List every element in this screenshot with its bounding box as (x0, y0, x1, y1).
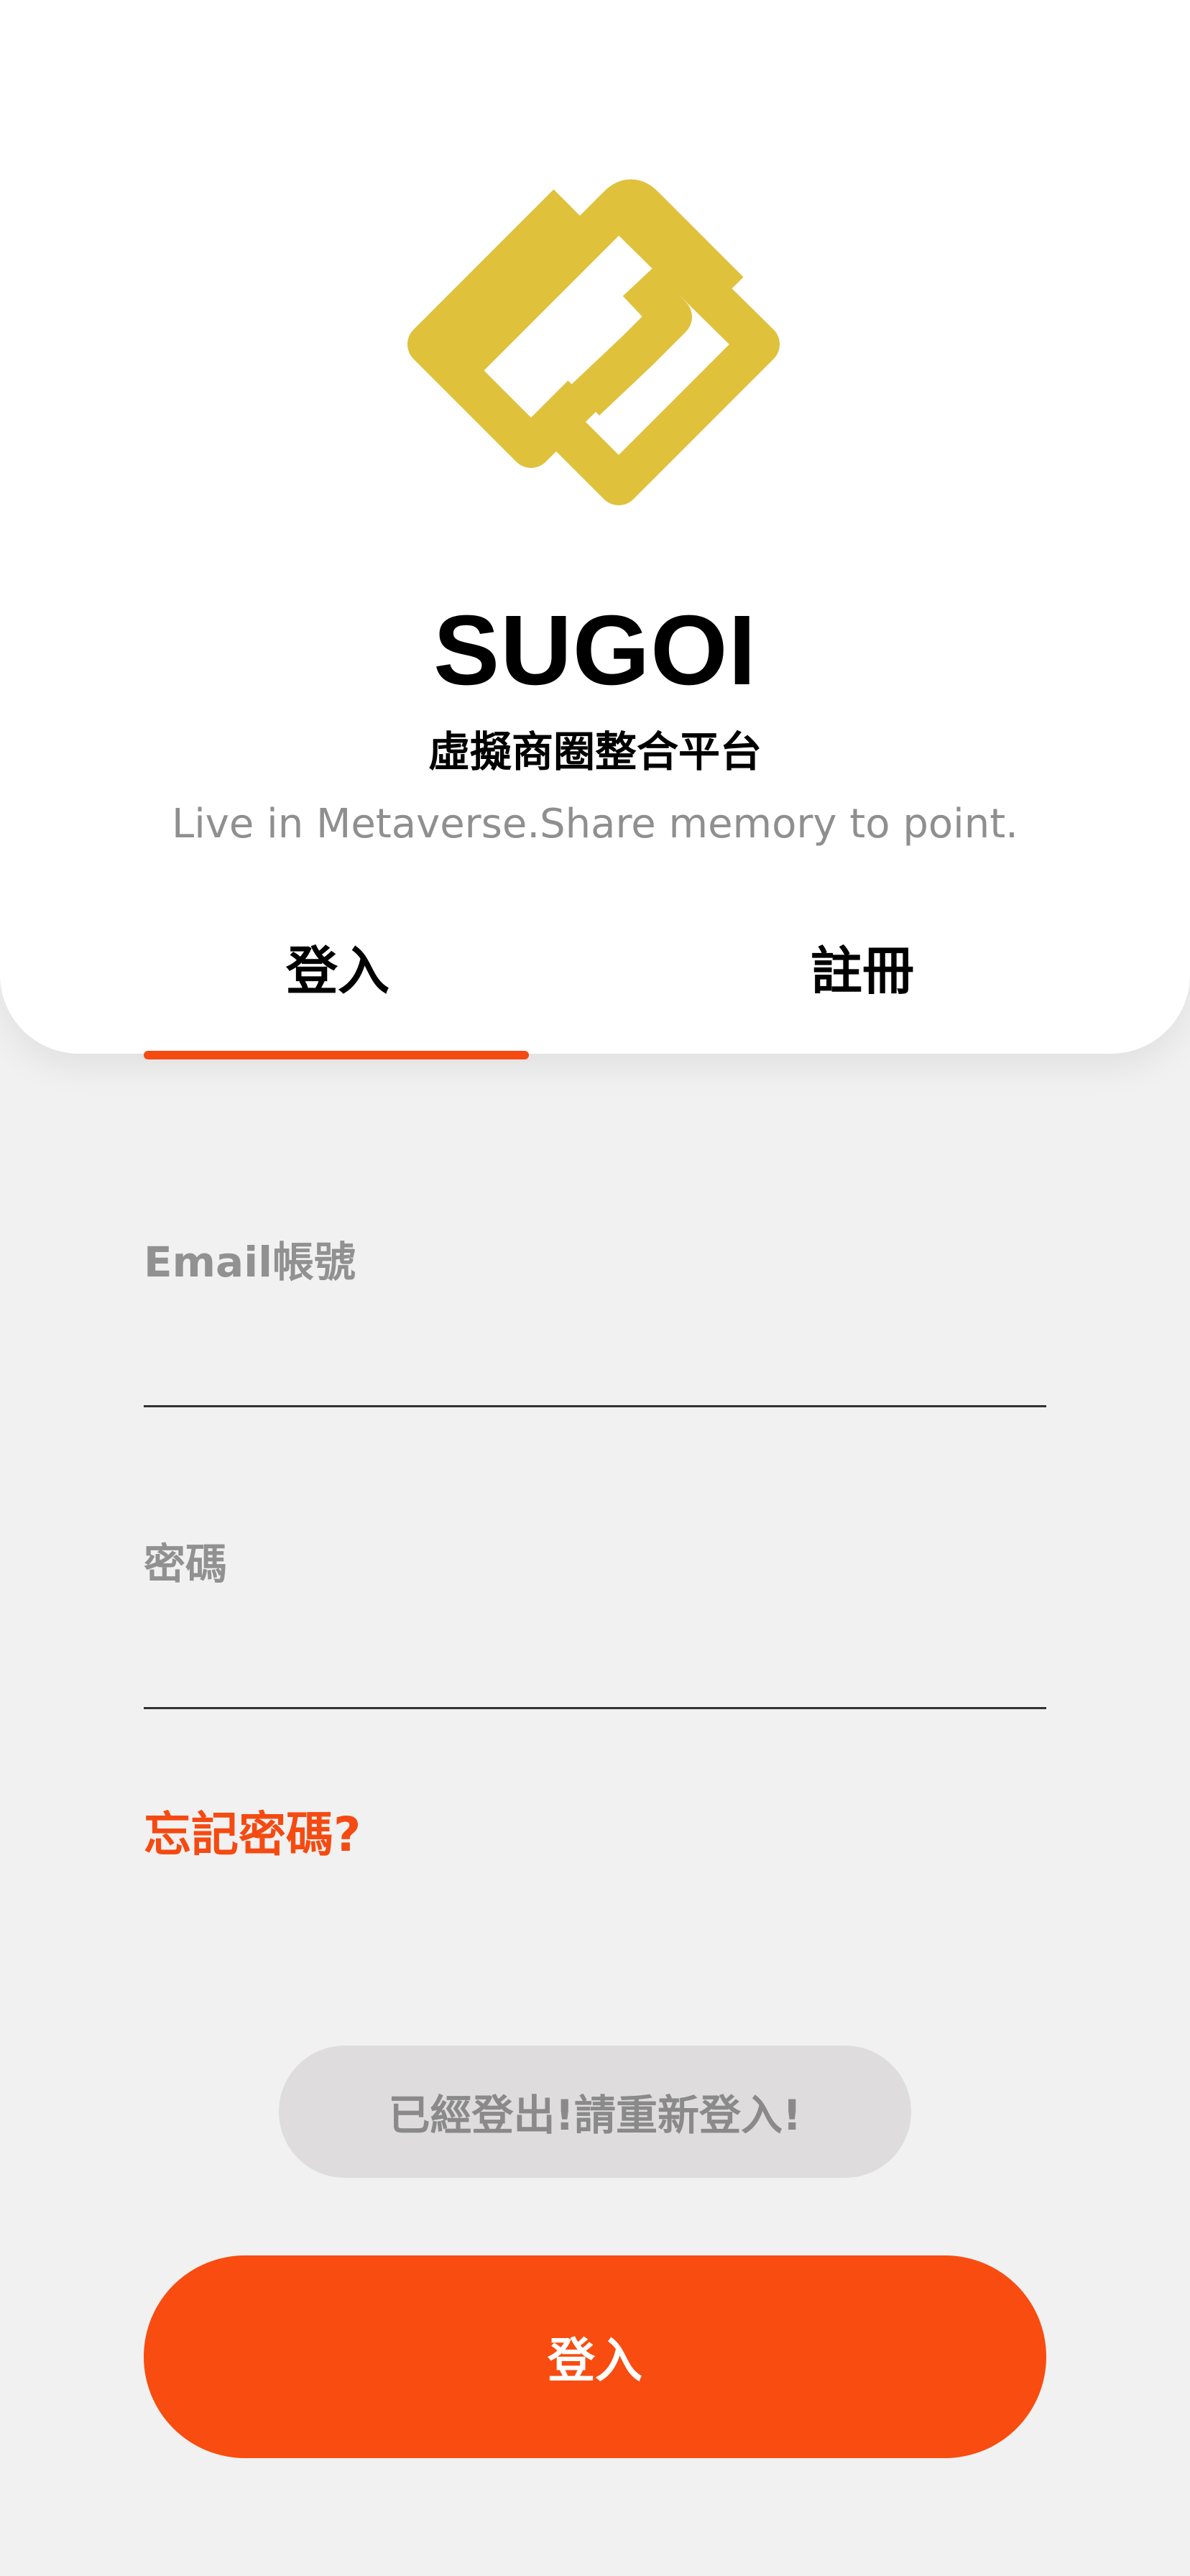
sugoi-logo-icon (407, 179, 780, 505)
email-label: Email帳號 (144, 1238, 356, 1287)
logo-inner-link (571, 267, 692, 416)
logout-toast: 已經登出!請重新登入! (279, 2046, 911, 2178)
tab-login[interactable]: 登入 (144, 940, 532, 1002)
brand-subtitle: 虛擬商圈整合平台 (428, 727, 762, 776)
password-label: 密碼 (144, 1540, 228, 1588)
login-button-label: 登入 (548, 2333, 642, 2388)
login-button[interactable]: 登入 (144, 2255, 1046, 2458)
brand-tagline: Live in Metaverse.Share memory to point. (172, 801, 1018, 847)
brand-title: SUGOI (433, 595, 757, 706)
toast-message: 已經登出!請重新登入! (388, 2091, 802, 2140)
tab-register[interactable]: 註冊 (668, 940, 1056, 1002)
forgot-password-link[interactable]: 忘記密碼? (144, 1806, 361, 1863)
header-card: SUGOI 虛擬商圈整合平台 Live in Metaverse.Share m… (0, 0, 1190, 1054)
email-input[interactable] (144, 1338, 1046, 1407)
active-tab-indicator (144, 1051, 529, 1059)
password-input[interactable] (144, 1640, 1046, 1709)
